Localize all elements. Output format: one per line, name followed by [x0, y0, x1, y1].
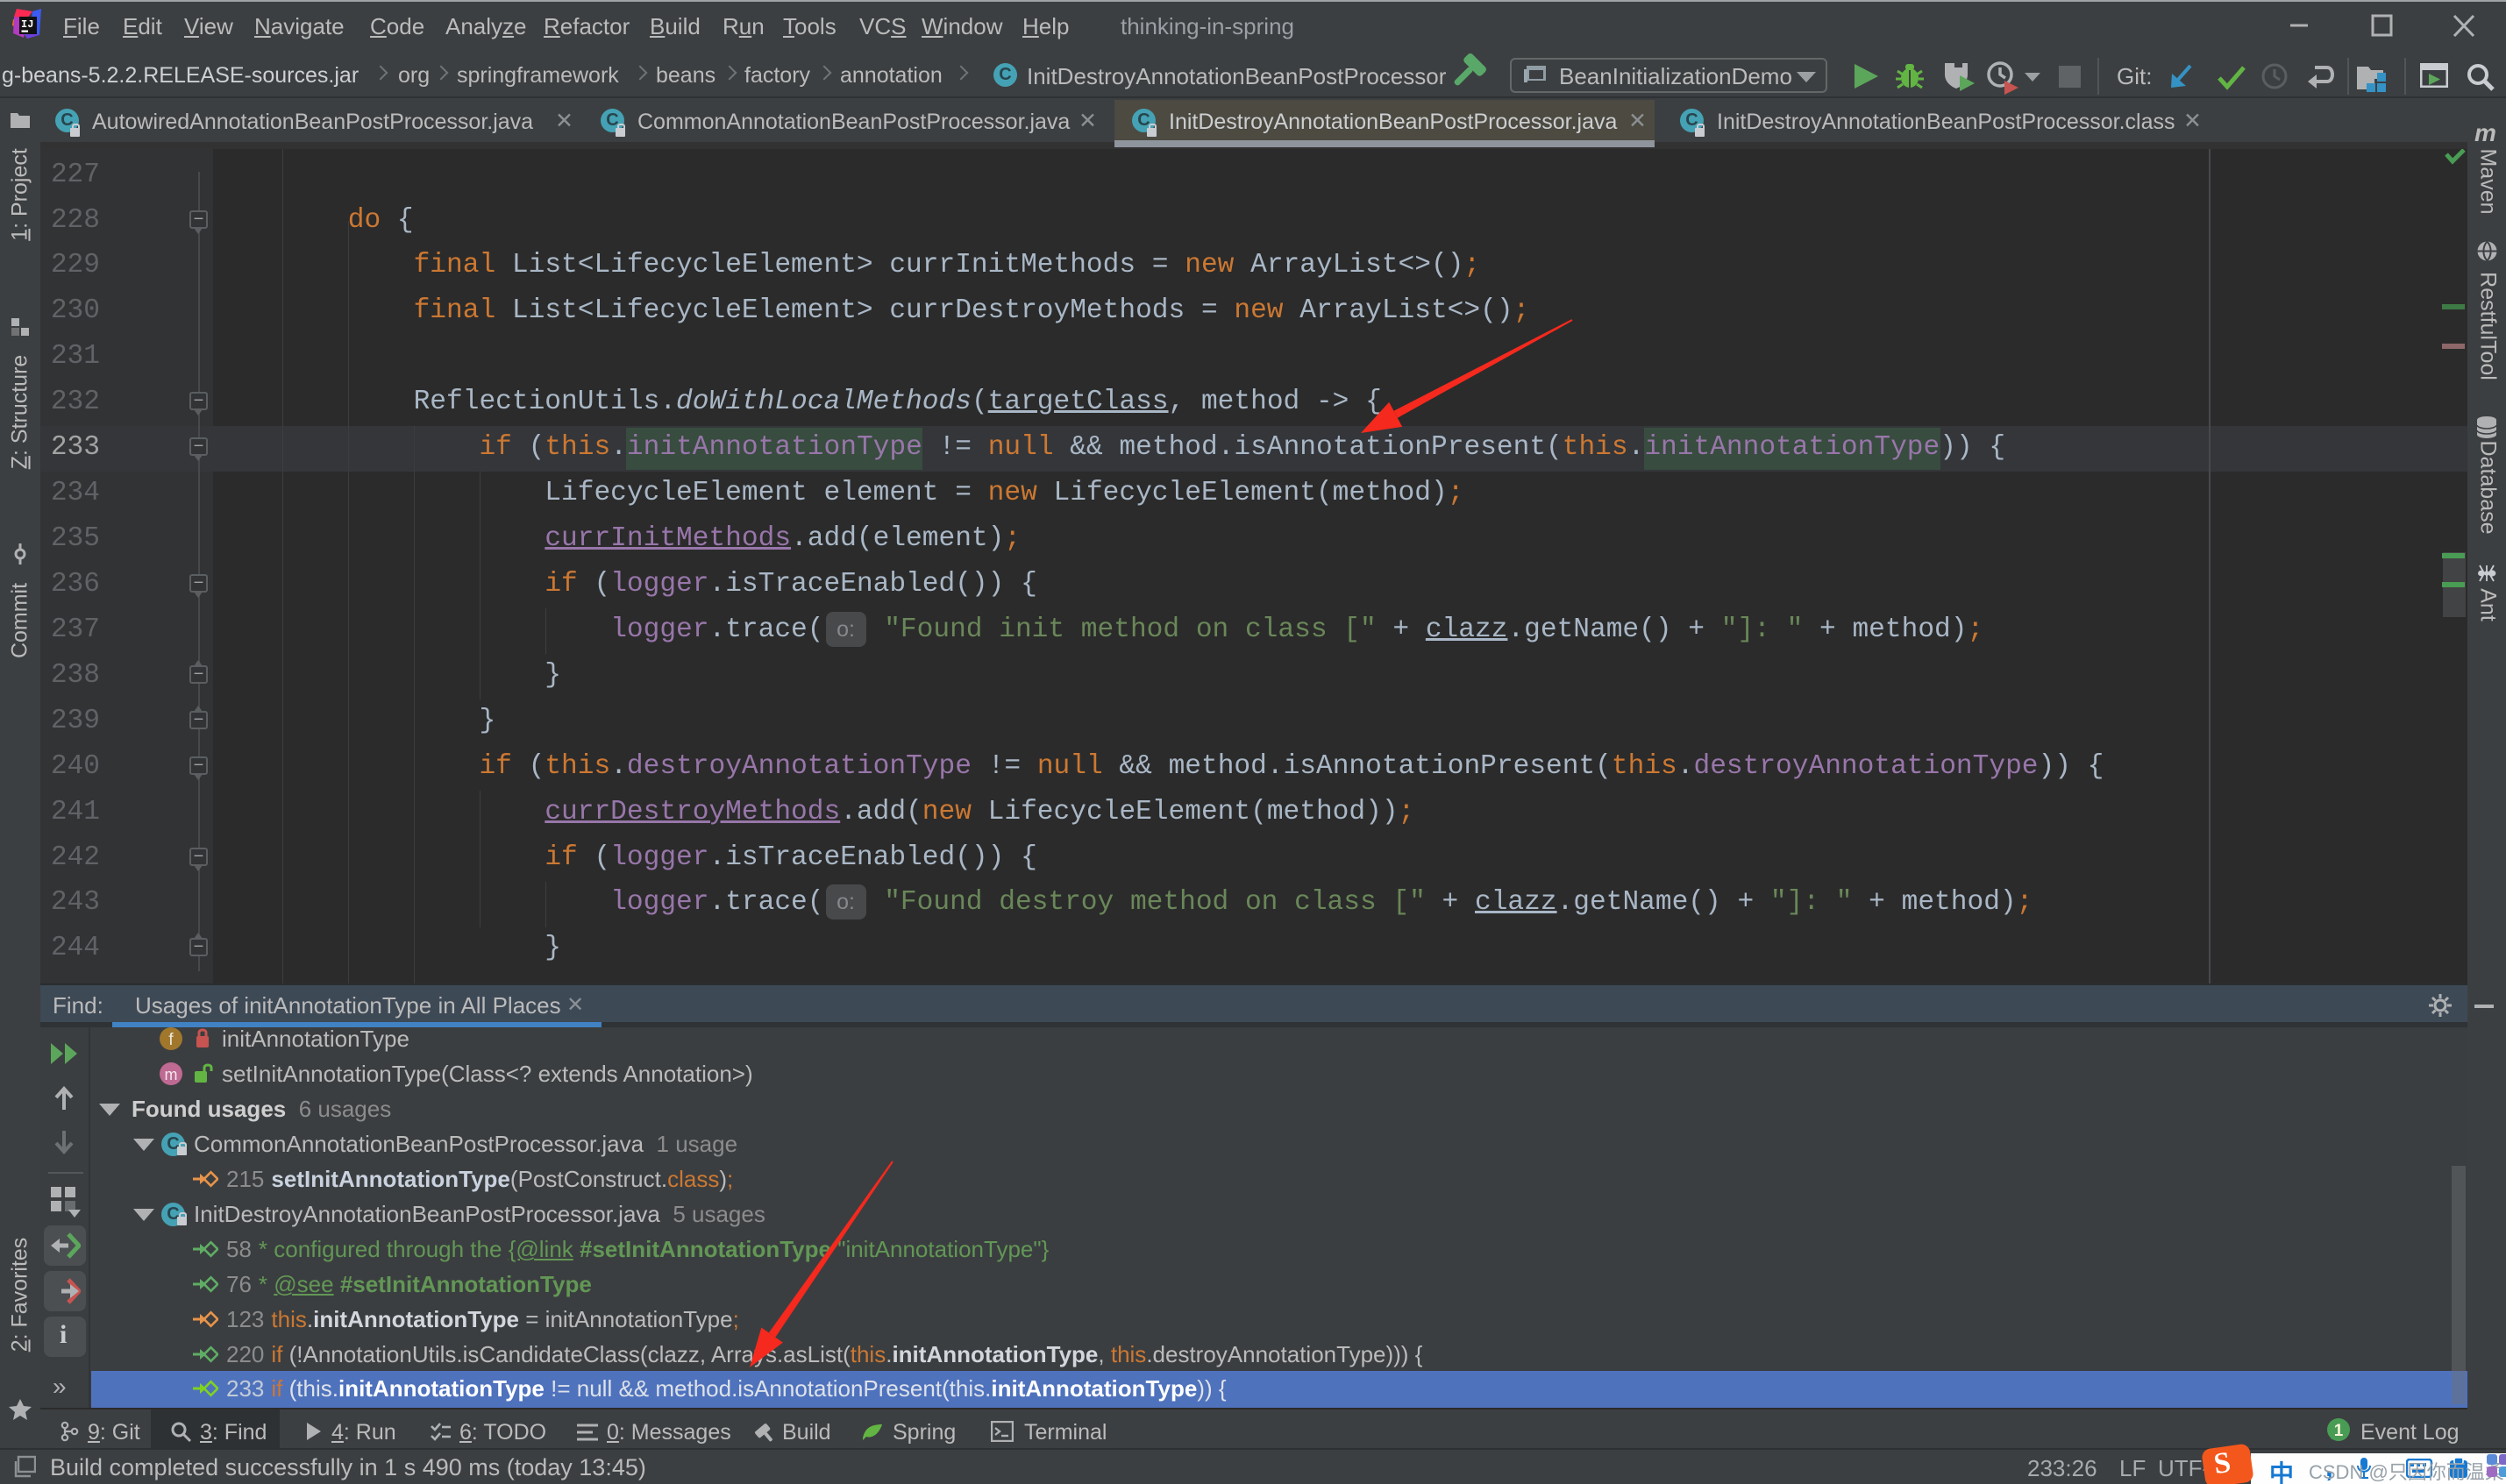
svg-text:IJ: IJ [21, 18, 33, 31]
svg-text:1: 1 [2334, 1422, 2344, 1440]
svg-text:m: m [165, 1066, 178, 1083]
svg-text:f: f [168, 1031, 174, 1049]
